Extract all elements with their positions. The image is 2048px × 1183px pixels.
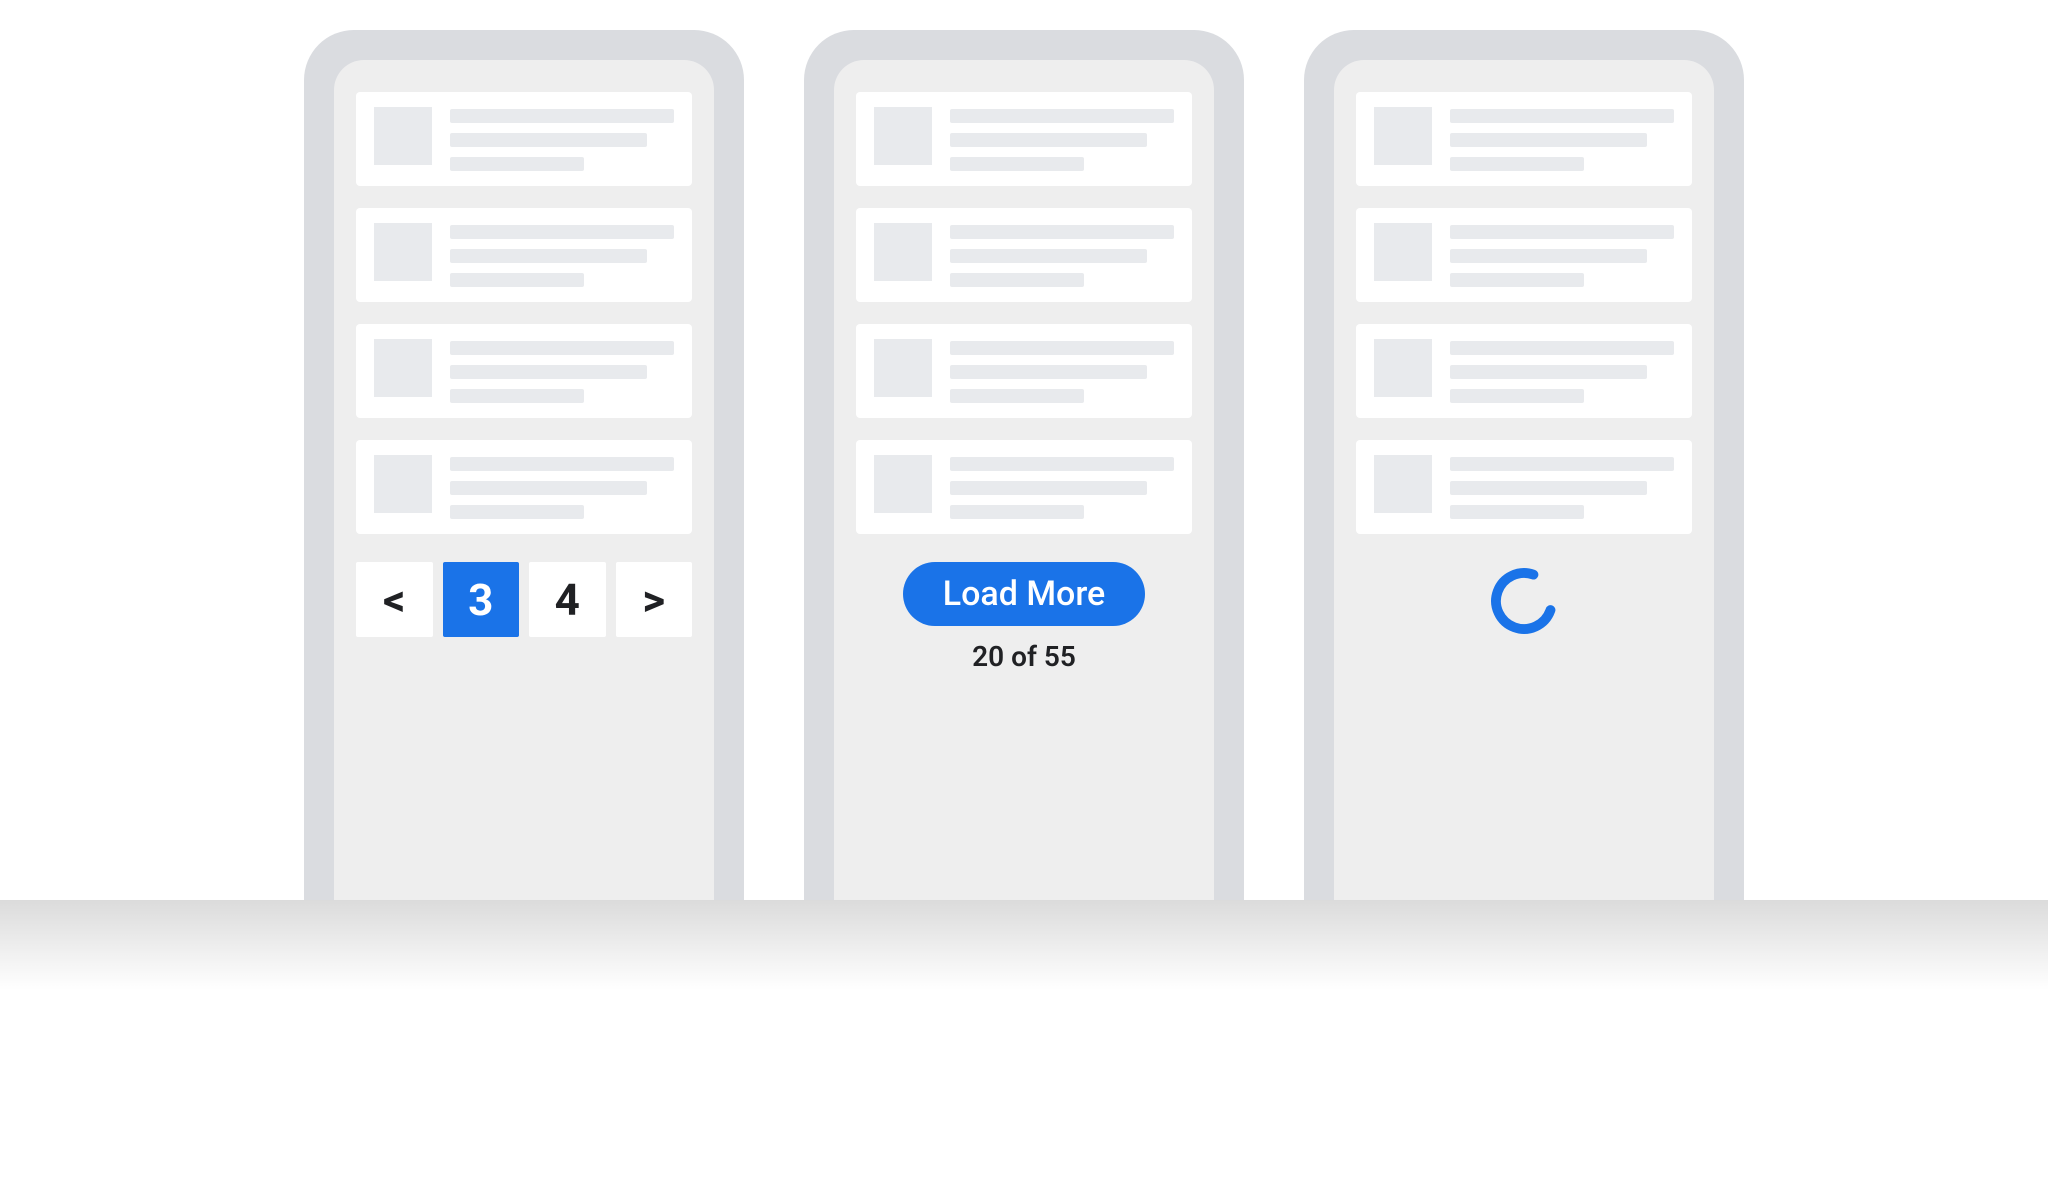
- screen-pagination: < 3 4 >: [334, 60, 714, 900]
- load-more-area: Load More 20 of 55: [856, 562, 1192, 673]
- thumbnail-placeholder: [374, 223, 432, 281]
- thumbnail-placeholder: [1374, 339, 1432, 397]
- list-item: [356, 92, 692, 186]
- list-item: [856, 324, 1192, 418]
- list-item: [356, 440, 692, 534]
- loading-area: [1356, 566, 1692, 636]
- thumbnail-placeholder: [374, 455, 432, 513]
- page-button-current[interactable]: 3: [443, 562, 520, 637]
- thumbnail-placeholder: [874, 339, 932, 397]
- text-placeholder: [450, 223, 674, 287]
- list-item: [856, 208, 1192, 302]
- thumbnail-placeholder: [1374, 223, 1432, 281]
- thumbnail-placeholder: [874, 455, 932, 513]
- pagination-bar: < 3 4 >: [356, 562, 692, 637]
- text-placeholder: [950, 339, 1174, 403]
- text-placeholder: [1450, 455, 1674, 519]
- page-button[interactable]: 4: [529, 562, 606, 637]
- thumbnail-placeholder: [1374, 455, 1432, 513]
- prev-page-button[interactable]: <: [356, 562, 433, 637]
- text-placeholder: [450, 339, 674, 403]
- text-placeholder: [1450, 107, 1674, 171]
- thumbnail-placeholder: [874, 107, 932, 165]
- list-item: [1356, 440, 1692, 534]
- loading-spinner-icon: [1489, 566, 1559, 636]
- list-item: [856, 440, 1192, 534]
- device-loadmore: Load More 20 of 55: [804, 30, 1244, 900]
- list-item: [356, 208, 692, 302]
- thumbnail-placeholder: [874, 223, 932, 281]
- screen-infinite-scroll: [1334, 60, 1714, 900]
- device-row: < 3 4 >: [0, 0, 2048, 900]
- next-page-button[interactable]: >: [616, 562, 693, 637]
- list-item: [356, 324, 692, 418]
- thumbnail-placeholder: [1374, 107, 1432, 165]
- text-placeholder: [950, 107, 1174, 171]
- text-placeholder: [1450, 339, 1674, 403]
- load-more-button[interactable]: Load More: [903, 562, 1146, 626]
- text-placeholder: [950, 455, 1174, 519]
- load-more-count: 20 of 55: [972, 640, 1076, 673]
- list-item: [856, 92, 1192, 186]
- thumbnail-placeholder: [374, 107, 432, 165]
- list-item: [1356, 324, 1692, 418]
- screen-loadmore: Load More 20 of 55: [834, 60, 1214, 900]
- device-infinite-scroll: [1304, 30, 1744, 900]
- device-pagination: < 3 4 >: [304, 30, 744, 900]
- text-placeholder: [950, 223, 1174, 287]
- thumbnail-placeholder: [374, 339, 432, 397]
- text-placeholder: [450, 455, 674, 519]
- list-item: [1356, 208, 1692, 302]
- text-placeholder: [450, 107, 674, 171]
- text-placeholder: [1450, 223, 1674, 287]
- shadow-strip: [0, 900, 2048, 990]
- list-item: [1356, 92, 1692, 186]
